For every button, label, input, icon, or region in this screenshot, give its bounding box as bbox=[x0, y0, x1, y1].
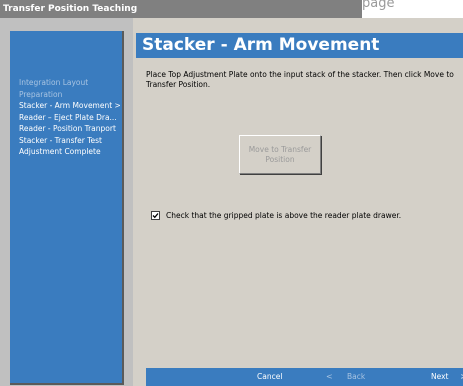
step-stacker-transfer-test: Stacker - Transfer Test bbox=[19, 135, 102, 145]
step-reader-position-transport: Reader - Position Tranport bbox=[19, 124, 116, 133]
wizard-window: Transfer Position Teaching page Integrat… bbox=[0, 0, 463, 386]
next-button[interactable]: Next > bbox=[431, 368, 463, 386]
cancel-button[interactable]: Cancel bbox=[257, 368, 282, 386]
steps-panel: Integration Layout Preparation Stacker -… bbox=[10, 31, 124, 385]
instructions-text: Place Top Adjustment Plate onto the inpu… bbox=[146, 70, 454, 89]
main-content: Stacker - Arm Movement Place Top Adjustm… bbox=[133, 18, 463, 386]
verify-gripped-plate-checkbox[interactable] bbox=[151, 210, 160, 220]
verify-gripped-plate-row[interactable]: Check that the gripped plate is above th… bbox=[151, 209, 401, 221]
page-title: Stacker - Arm Movement bbox=[136, 33, 463, 58]
back-button-label: Back bbox=[347, 372, 366, 381]
step-reader-eject-plate-drawer: Reader – Eject Plate Dra... bbox=[19, 112, 117, 122]
steps-list: Integration Layout Preparation Stacker -… bbox=[19, 77, 127, 158]
step-preparation: Preparation bbox=[19, 89, 63, 99]
wizard-footer: Cancel < Back Next > bbox=[146, 368, 463, 386]
background-page-fragment: page bbox=[362, 0, 463, 18]
step-adjustment-complete: Adjustment Complete bbox=[19, 147, 101, 156]
move-button-label-line2: Position bbox=[265, 155, 295, 164]
step-integration-layout: Integration Layout bbox=[19, 78, 89, 87]
move-to-transfer-position-button[interactable]: Move to Transfer Position bbox=[239, 135, 321, 174]
move-button-label-line1: Move to Transfer bbox=[248, 145, 312, 154]
next-button-label: Next bbox=[431, 372, 449, 381]
checkmark-icon bbox=[152, 212, 159, 218]
step-stacker-arm-movement: Stacker - Arm Movement > bbox=[19, 101, 121, 110]
chevron-left-icon: < bbox=[326, 372, 333, 381]
background-page-text: page bbox=[362, 0, 395, 11]
sidebar: Integration Layout Preparation Stacker -… bbox=[0, 18, 133, 386]
window-title: Transfer Position Teaching bbox=[3, 4, 138, 14]
back-button[interactable]: < Back bbox=[326, 368, 365, 386]
verify-gripped-plate-label: Check that the gripped plate is above th… bbox=[166, 210, 402, 220]
